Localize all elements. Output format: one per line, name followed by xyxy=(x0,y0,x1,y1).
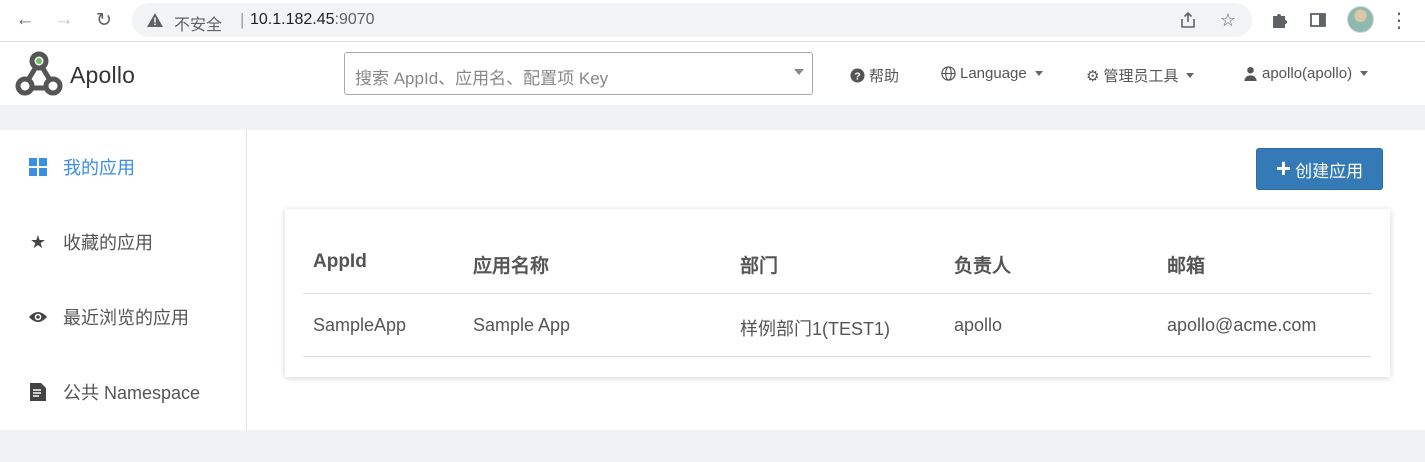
column-header-app-name: 应用名称 xyxy=(473,256,550,277)
plus-icon: + xyxy=(1275,153,1292,183)
app-header: Apollo 搜索 AppId、应用名、配置项 Key ? 帮助 Languag… xyxy=(0,42,1425,105)
document-icon xyxy=(28,382,48,402)
cell-department: 样例部门1(TEST1) xyxy=(740,319,891,339)
sidebar-item-recent[interactable]: 最近浏览的应用 xyxy=(0,297,246,337)
apps-table-card: AppId 应用名称 部门 负责人 邮箱 SampleApp Sample Ap… xyxy=(285,209,1390,377)
main-content: + 创建应用 AppId 应用名称 部门 负责人 邮箱 SampleApp Sa… xyxy=(247,130,1425,430)
bookmark-star-icon[interactable]: ☆ xyxy=(1217,9,1239,31)
language-dropdown[interactable]: Language xyxy=(941,65,1043,82)
cell-email: apollo@acme.com xyxy=(1167,315,1317,335)
star-icon: ★ xyxy=(29,231,47,252)
address-bar[interactable]: 不安全 | 10.1.182.45:9070 ☆ xyxy=(132,3,1252,37)
search-placeholder: 搜索 AppId、应用名、配置项 Key xyxy=(355,69,609,88)
table-header-row: AppId 应用名称 部门 负责人 邮箱 xyxy=(303,231,1371,294)
sidebar-item-label: 我的应用 xyxy=(63,158,135,178)
column-header-department: 部门 xyxy=(740,256,779,277)
eye-icon xyxy=(28,307,48,327)
url-text[interactable]: 10.1.182.45:9070 xyxy=(250,11,375,29)
reload-icon[interactable]: ↻ xyxy=(91,7,117,33)
column-header-email: 邮箱 xyxy=(1167,256,1206,277)
language-label: Language xyxy=(960,65,1027,82)
column-header-appid: AppId xyxy=(313,251,367,272)
create-app-label: 创建应用 xyxy=(1295,161,1364,181)
cell-app-name: Sample App xyxy=(473,315,571,335)
forward-arrow-icon[interactable]: → xyxy=(51,7,77,33)
grid-icon xyxy=(28,157,48,177)
sidebar-item-my-apps[interactable]: 我的应用 xyxy=(0,147,246,187)
browser-toolbar: ← → ↻ 不安全 | 10.1.182.45:9070 ☆ ⋮ xyxy=(0,0,1425,42)
globe-icon xyxy=(941,66,956,81)
insecure-label[interactable]: 不安全 xyxy=(174,11,222,35)
profile-avatar[interactable] xyxy=(1347,6,1374,33)
sidebar-item-label: 最近浏览的应用 xyxy=(63,308,189,328)
gear-icon: ⚙ xyxy=(1086,67,1100,85)
help-link[interactable]: ? 帮助 xyxy=(850,65,899,86)
help-label: 帮助 xyxy=(869,68,900,85)
share-icon[interactable] xyxy=(1177,9,1199,31)
warning-icon[interactable] xyxy=(146,11,164,29)
url-port: :9070 xyxy=(334,11,375,28)
back-arrow-icon[interactable]: ← xyxy=(12,7,38,33)
chevron-down-icon xyxy=(1186,73,1195,78)
svg-text:?: ? xyxy=(854,71,860,82)
chevron-down-icon xyxy=(1360,71,1369,76)
apollo-logo-icon[interactable] xyxy=(14,50,64,98)
admin-tools-label: 管理员工具 xyxy=(1103,68,1179,85)
question-circle-icon: ? xyxy=(850,68,865,83)
cell-appid: SampleApp xyxy=(313,315,407,335)
user-label: apollo(apollo) xyxy=(1262,65,1353,82)
sidebar-item-public-namespace[interactable]: 公共 Namespace xyxy=(0,372,246,412)
user-dropdown[interactable]: apollo(apollo) xyxy=(1243,65,1369,82)
user-icon xyxy=(1244,66,1257,81)
browser-menu-icon[interactable]: ⋮ xyxy=(1386,7,1412,33)
footer-band xyxy=(0,430,1425,462)
cell-owner: apollo xyxy=(954,315,1003,335)
side-panel-icon[interactable] xyxy=(1305,7,1331,33)
sidebar-item-label: 公共 Namespace xyxy=(63,383,201,403)
sidebar-item-favorites[interactable]: ★ 收藏的应用 xyxy=(0,222,246,262)
column-header-owner: 负责人 xyxy=(954,256,1012,277)
chevron-down-icon xyxy=(1034,71,1043,76)
url-host: 10.1.182.45 xyxy=(250,11,335,28)
create-app-button[interactable]: + 创建应用 xyxy=(1256,148,1383,190)
extensions-puzzle-icon[interactable] xyxy=(1266,7,1292,33)
sidebar: 我的应用 ★ 收藏的应用 最近浏览的应用 公共 Namespace xyxy=(0,130,247,430)
app-logo-text[interactable]: Apollo xyxy=(70,62,135,89)
admin-tools-dropdown[interactable]: ⚙ 管理员工具 xyxy=(1086,65,1195,86)
chevron-down-icon[interactable] xyxy=(794,69,804,75)
address-separator: | xyxy=(240,10,245,29)
sidebar-item-label: 收藏的应用 xyxy=(63,233,153,253)
search-input[interactable]: 搜索 AppId、应用名、配置项 Key xyxy=(344,52,813,95)
table-row[interactable]: SampleApp Sample App 样例部门1(TEST1) apollo… xyxy=(303,295,1371,357)
